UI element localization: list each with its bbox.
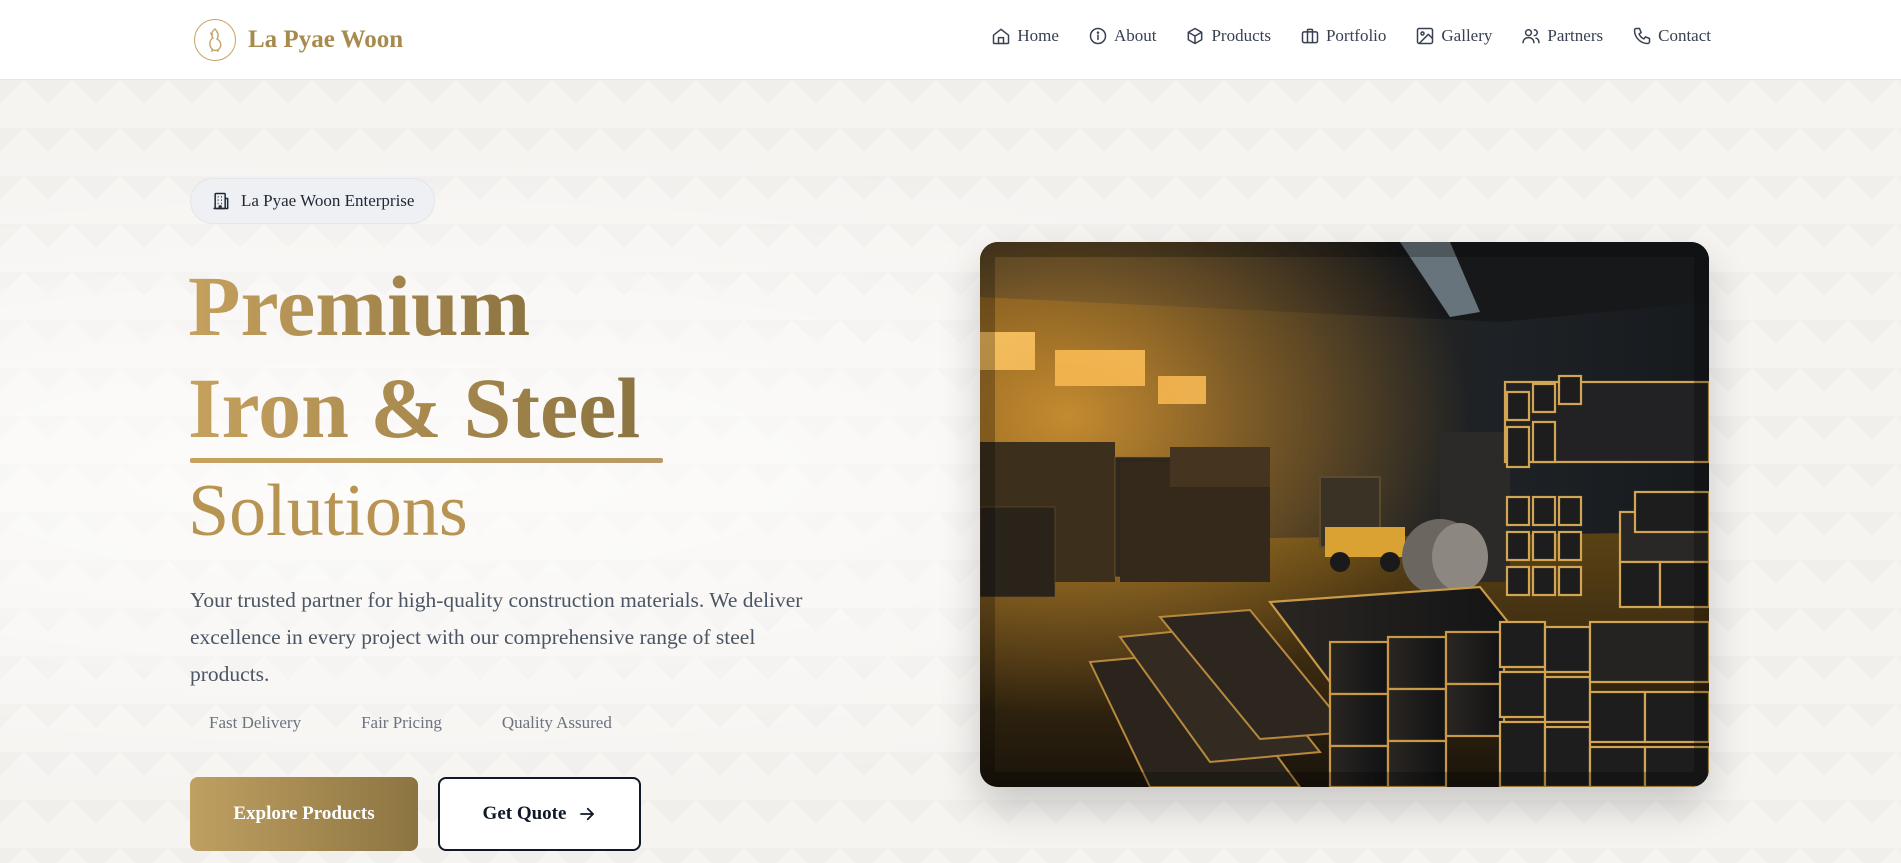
- users-icon: [1522, 28, 1541, 44]
- main-nav: Home About Products Portfolio Gallery Pa…: [991, 26, 1711, 46]
- title-underline: [190, 458, 663, 463]
- hero-title-line-3: Solutions: [188, 470, 468, 552]
- warehouse-steel-image: [980, 242, 1709, 787]
- nav-label-products: Products: [1211, 26, 1271, 45]
- package-icon: [1188, 27, 1203, 45]
- nav-item-partners[interactable]: Partners: [1521, 26, 1603, 46]
- nav-item-contact[interactable]: Contact: [1632, 26, 1711, 46]
- nav-label-about: About: [1113, 26, 1157, 45]
- briefcase-icon: [1301, 28, 1319, 44]
- get-quote-button[interactable]: Get Quote: [438, 777, 641, 851]
- feature-quality-assured: Quality Assured: [501, 713, 612, 732]
- hero-description: Your trusted partner for high-quality co…: [190, 588, 803, 686]
- arrow-right-icon: [580, 807, 595, 821]
- nav-item-products[interactable]: Products: [1185, 26, 1271, 46]
- brand-name: La Pyae Woon: [248, 26, 404, 53]
- info-icon: [1089, 27, 1107, 45]
- badge-label: La Pyae Woon Enterprise: [241, 191, 415, 210]
- get-quote-label: Get Quote: [482, 803, 567, 824]
- feature-fair-pricing: Fair Pricing: [361, 713, 442, 732]
- explore-products-button[interactable]: Explore Products: [190, 777, 418, 851]
- nav-label-portfolio: Portfolio: [1325, 26, 1387, 45]
- feature-fast-delivery: Fast Delivery: [209, 713, 302, 732]
- site-header: La Pyae Woon Home About Products Portfol…: [0, 0, 1901, 80]
- home-icon: [993, 28, 1010, 45]
- nav-label-gallery: Gallery: [1441, 26, 1493, 45]
- explore-products-label: Explore Products: [233, 803, 375, 824]
- nav-label-contact: Contact: [1658, 26, 1711, 45]
- hero-title-line-1: Premium: [188, 258, 531, 354]
- nav-item-portfolio[interactable]: Portfolio: [1300, 26, 1386, 46]
- building-icon: [213, 192, 229, 210]
- nav-item-about[interactable]: About: [1088, 26, 1157, 46]
- nav-label-home: Home: [1017, 26, 1059, 45]
- nav-item-home[interactable]: Home: [991, 26, 1059, 46]
- nav-label-partners: Partners: [1547, 26, 1604, 45]
- phone-icon: [1633, 27, 1651, 45]
- feature-list: Fast Delivery Fair Pricing Quality Assur…: [190, 711, 632, 735]
- image-icon: [1417, 27, 1434, 45]
- brand[interactable]: La Pyae Woon: [194, 18, 403, 62]
- brand-logo-icon: [194, 19, 236, 61]
- nav-item-gallery[interactable]: Gallery: [1415, 26, 1492, 46]
- hero-title-line-2: Iron & Steel: [188, 360, 641, 456]
- enterprise-badge: La Pyae Woon Enterprise: [190, 178, 436, 224]
